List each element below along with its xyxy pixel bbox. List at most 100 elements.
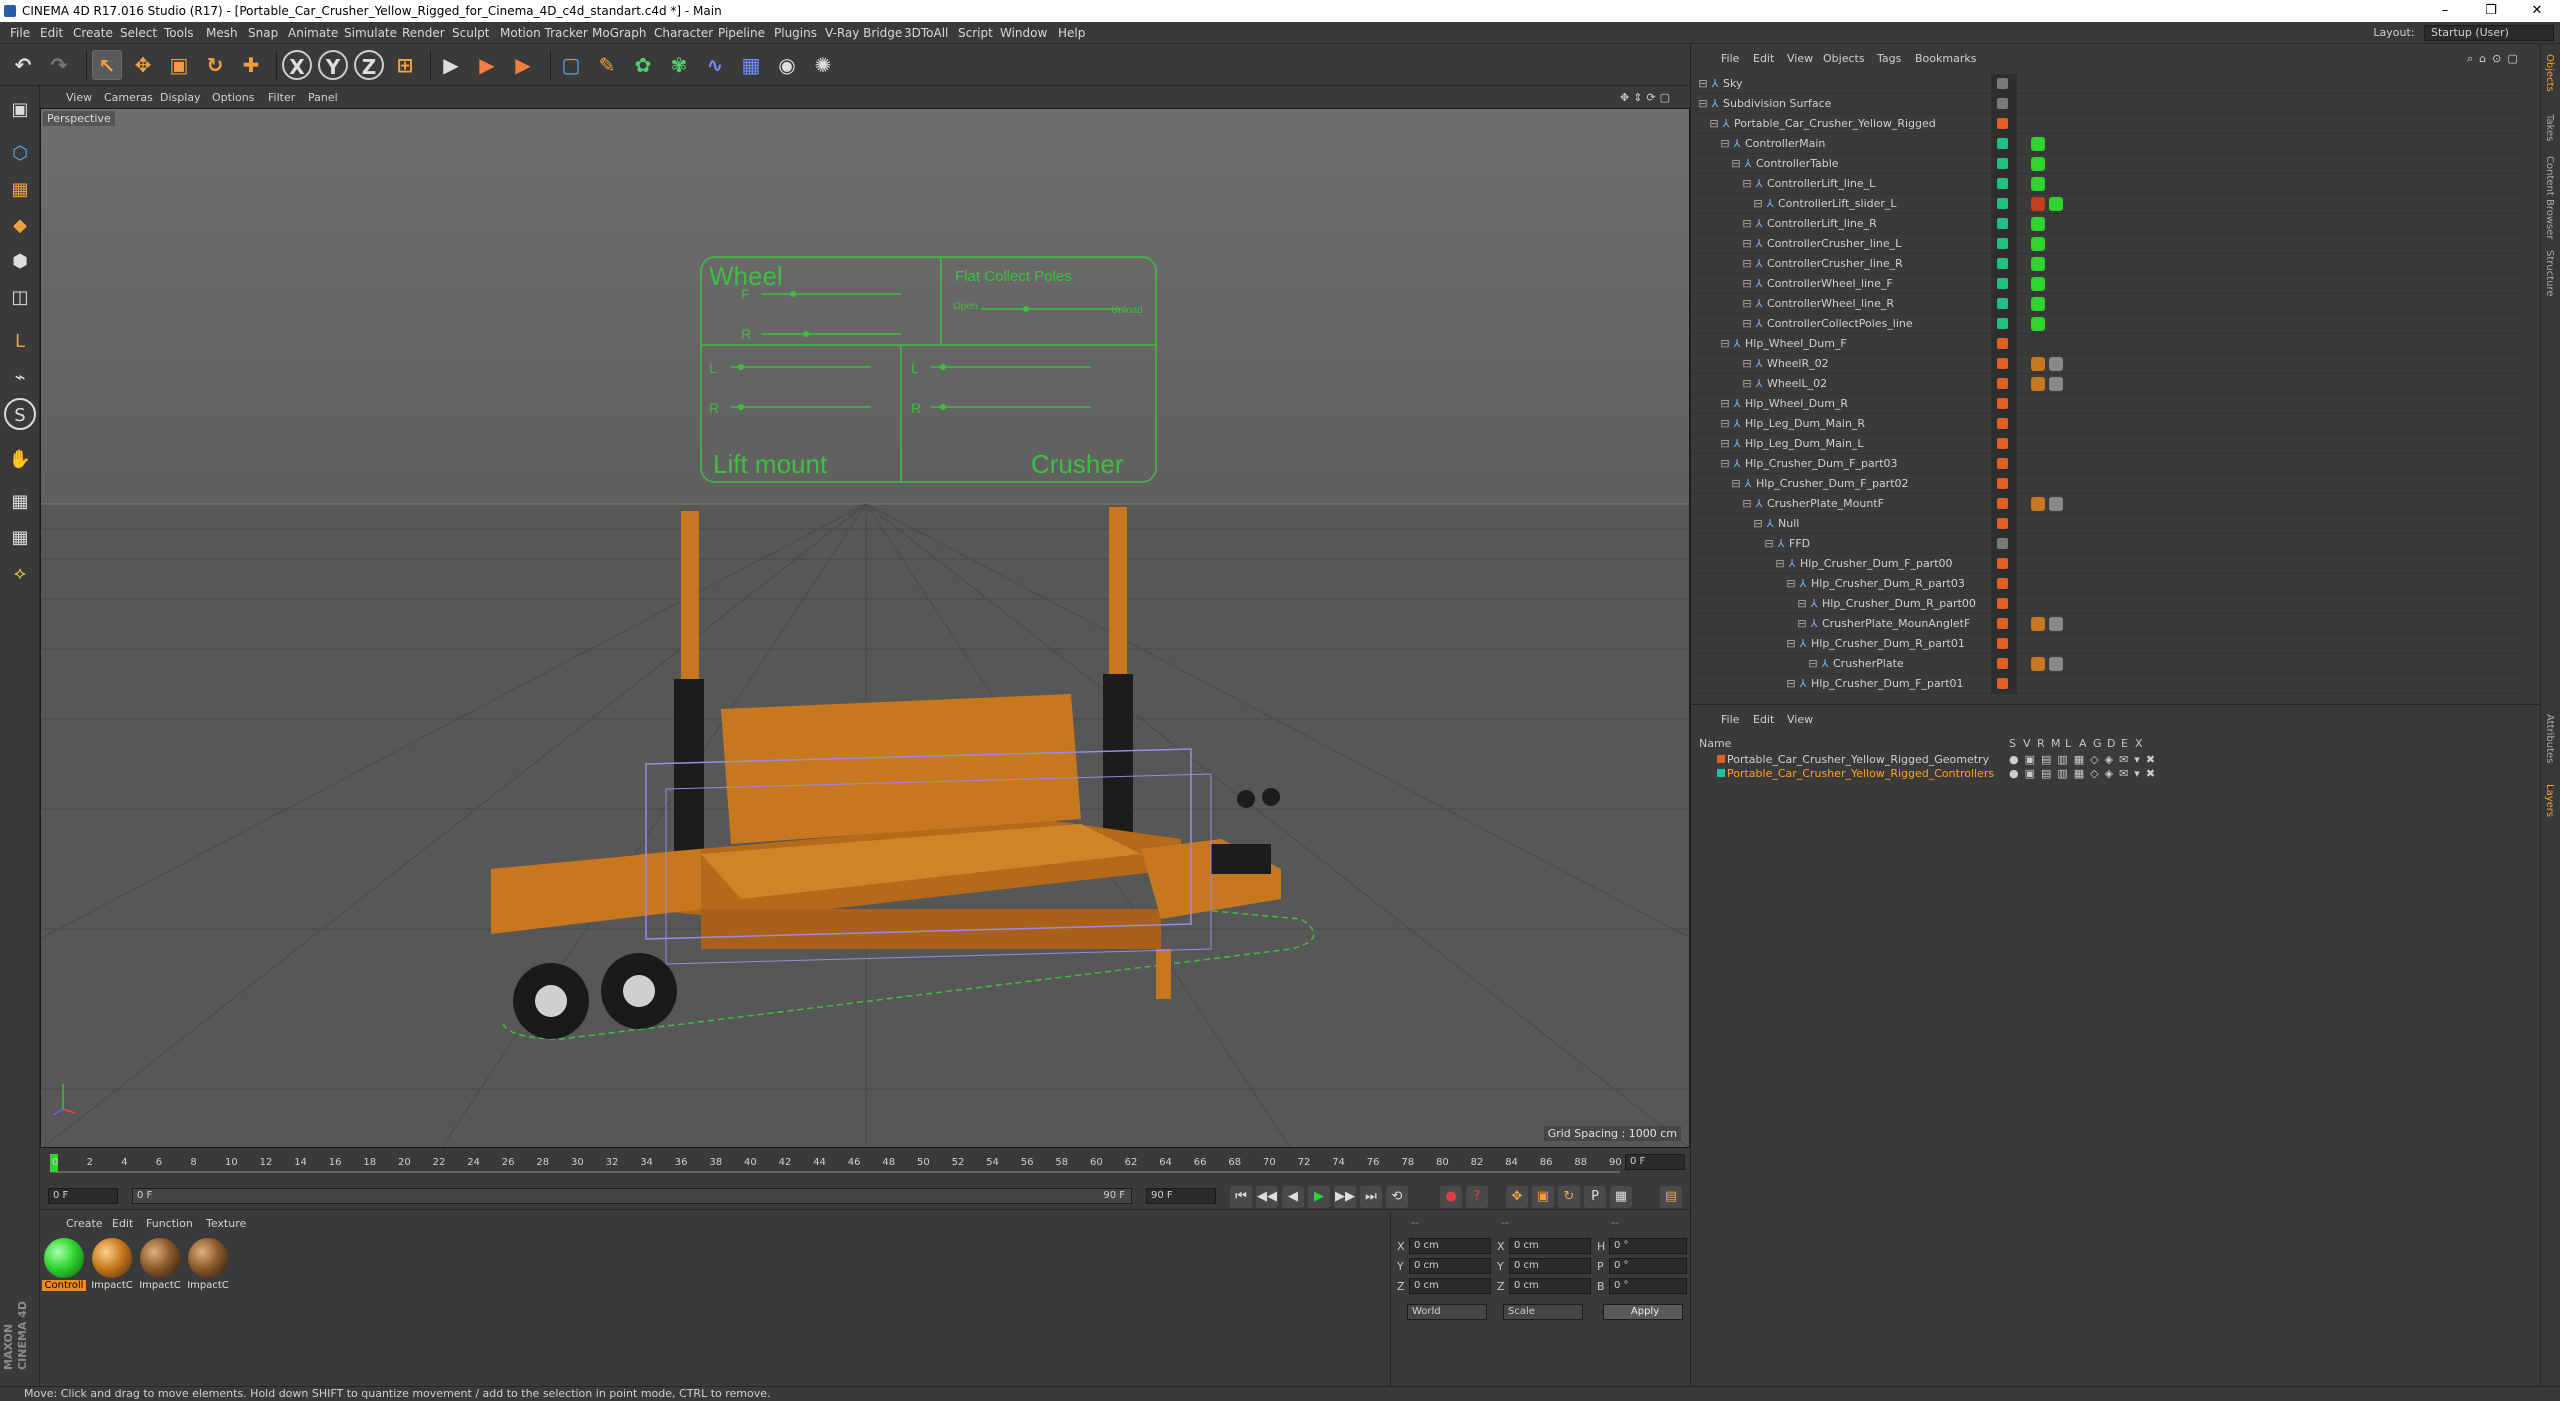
size-y-field[interactable]: 0 cm [1509,1258,1591,1274]
timeline-menu-icon[interactable]: ▤ [1660,1186,1682,1208]
go-to-end-icon[interactable]: ⏭ [1360,1186,1382,1208]
side-tab-content-browser[interactable]: Content Browser [2544,156,2555,239]
expand-toggle-icon[interactable]: ⊟ [1719,398,1731,410]
material-swatch[interactable]: ImpactC [186,1238,230,1291]
object-tag-icon[interactable] [2031,157,2045,171]
model-mode-icon[interactable]: ⬡ [4,138,36,170]
object-tree-row[interactable]: ⊟ ⅄ ControllerMain [1691,134,2521,154]
object-tree-row[interactable]: ⊟ ⅄ Hlp_Crusher_Dum_F_part03 [1691,454,2521,474]
side-tab-layers[interactable]: Layers [2544,784,2555,817]
expand-toggle-icon[interactable]: ⊟ [1719,438,1731,450]
menu-sculpt[interactable]: Sculpt [452,26,489,40]
start-frame-field[interactable]: 0 F [48,1188,118,1204]
layout-dropdown[interactable]: Startup (User) [2424,25,2554,41]
side-tab-takes[interactable]: Takes [2544,114,2555,141]
lm-menu-edit[interactable]: Edit [1753,713,1774,726]
menu-simulate[interactable]: Simulate [344,26,397,40]
layer-color-swatch[interactable] [1997,538,2008,549]
object-tag-icon[interactable] [2031,197,2045,211]
layer-color-swatch[interactable] [1997,278,2008,289]
object-tag-icon[interactable] [2031,237,2045,251]
material-menu-function[interactable]: Function [146,1217,193,1230]
menu-window[interactable]: Window [1000,26,1047,40]
layer-color-swatch[interactable] [1997,298,2008,309]
object-tree-row[interactable]: ⊟ ⅄ ControllerLift_line_R [1691,214,2521,234]
z-axis-lock-icon[interactable]: Z [354,50,384,80]
expand-toggle-icon[interactable]: ⊟ [1719,418,1731,430]
object-tree-row[interactable]: ⊟ ⅄ CrusherPlate_MounAngletF [1691,614,2521,634]
previous-key-icon[interactable]: ◀◀ [1256,1186,1278,1208]
expand-toggle-icon[interactable]: ⊟ [1730,478,1742,490]
expand-toggle-icon[interactable]: ⊟ [1741,218,1753,230]
object-tree-row[interactable]: ⊟ ⅄ ControllerWheel_line_R [1691,294,2521,314]
object-tag-icon[interactable] [2031,617,2045,631]
light-icon[interactable]: ✺ [808,50,838,80]
layer-toggles[interactable]: ●▣▤▥▦◇◈✉▾✖ [2009,753,2161,766]
render-picture-viewer-icon[interactable]: ▶ [472,50,502,80]
expand-toggle-icon[interactable]: ⊟ [1741,258,1753,270]
expand-toggle-icon[interactable]: ⊟ [1741,358,1753,370]
texture-mode-icon[interactable]: ▦ [4,174,36,206]
end-frame-field[interactable]: 90 F [1146,1188,1216,1204]
loop-icon[interactable]: ⟲ [1386,1186,1408,1208]
object-tag-icon[interactable] [2031,657,2045,671]
viewport-menu-options[interactable]: Options [212,91,254,104]
key-param-icon[interactable]: P [1584,1186,1606,1208]
object-tag-icon[interactable] [2031,377,2045,391]
object-tag-icon[interactable] [2031,297,2045,311]
menu-snap[interactable]: Snap [248,26,278,40]
material-swatch[interactable]: Controll [42,1238,86,1291]
viewport-menu-filter[interactable]: Filter [268,91,295,104]
object-tree-row[interactable]: ⊟ ⅄ ControllerLift_line_L [1691,174,2521,194]
layer-color-swatch[interactable] [1997,458,2008,469]
key-rotation-icon[interactable]: ↻ [1558,1186,1580,1208]
expand-toggle-icon[interactable]: ⊟ [1741,178,1753,190]
layer-color-swatch[interactable] [1997,658,2008,669]
layer-color-swatch[interactable] [1997,438,2008,449]
floor-icon[interactable]: ▦ [736,50,766,80]
layer-color-swatch[interactable] [1997,498,2008,509]
y-axis-lock-icon[interactable]: Y [318,50,348,80]
menu-animate[interactable]: Animate [288,26,338,40]
menu-render[interactable]: Render [402,26,445,40]
points-mode-icon[interactable]: ⬢ [4,246,36,278]
object-tree-row[interactable]: ⊟ ⅄ Hlp_Crusher_Dum_F_part02 [1691,474,2521,494]
workplane-mode-icon[interactable]: ◆ [4,210,36,242]
material-menu-create[interactable]: Create [66,1217,103,1230]
object-tree-row[interactable]: ⊟ ⅄ Portable_Car_Crusher_Yellow_Rigged [1691,114,2521,134]
expand-toggle-icon[interactable]: ⊟ [1741,278,1753,290]
expand-toggle-icon[interactable]: ⊟ [1697,78,1709,90]
menu-select[interactable]: Select [120,26,157,40]
object-tag-icon[interactable] [2031,317,2045,331]
expand-toggle-icon[interactable]: ⊟ [1752,518,1764,530]
coordinate-system-icon[interactable]: ⊞ [390,50,420,80]
menu-character[interactable]: Character [654,26,713,40]
object-tree-row[interactable]: ⊟ ⅄ WheelR_02 [1691,354,2521,374]
object-tree-row[interactable]: ⊟ ⅄ ControllerLift_slider_L [1691,194,2521,214]
rotation-h-field[interactable]: 0 ° [1609,1238,1687,1254]
layer-color-swatch[interactable] [1997,378,2008,389]
expand-toggle-icon[interactable]: ⊟ [1785,578,1797,590]
om-menu-edit[interactable]: Edit [1753,52,1774,65]
layer-color-swatch[interactable] [1997,138,2008,149]
object-tree-row[interactable]: ⊟ ⅄ ControllerWheel_line_F [1691,274,2521,294]
viewport-nav-icons[interactable]: ✥⇕⟳▢ [1620,91,1674,104]
coord-space-dropdown[interactable]: World [1407,1304,1487,1320]
layer-color-swatch[interactable] [1997,238,2008,249]
object-tag-icon[interactable] [2031,217,2045,231]
object-tree-row[interactable]: ⊟ ⅄ Subdivision Surface [1691,94,2521,114]
object-tag-icon[interactable] [2049,377,2063,391]
menu-plugins[interactable]: Plugins [774,26,817,40]
layer-toggles[interactable]: ●▣▤▥▦◇◈✉▾✖ [2009,767,2161,780]
object-tree-row[interactable]: ⊟ ⅄ CrusherPlate [1691,654,2521,674]
layer-color-swatch[interactable] [1997,578,2008,589]
layer-color-swatch[interactable] [1997,118,2008,129]
expand-toggle-icon[interactable]: ⊟ [1741,238,1753,250]
deformer-icon[interactable]: ✾ [664,50,694,80]
expand-toggle-icon[interactable]: ⊟ [1719,338,1731,350]
position-x-field[interactable]: 0 cm [1409,1238,1491,1254]
lm-menu-file[interactable]: File [1721,713,1739,726]
object-tree-row[interactable]: ⊟ ⅄ WheelL_02 [1691,374,2521,394]
minimize-button[interactable]: – [2422,0,2468,22]
size-x-field[interactable]: 0 cm [1509,1238,1591,1254]
